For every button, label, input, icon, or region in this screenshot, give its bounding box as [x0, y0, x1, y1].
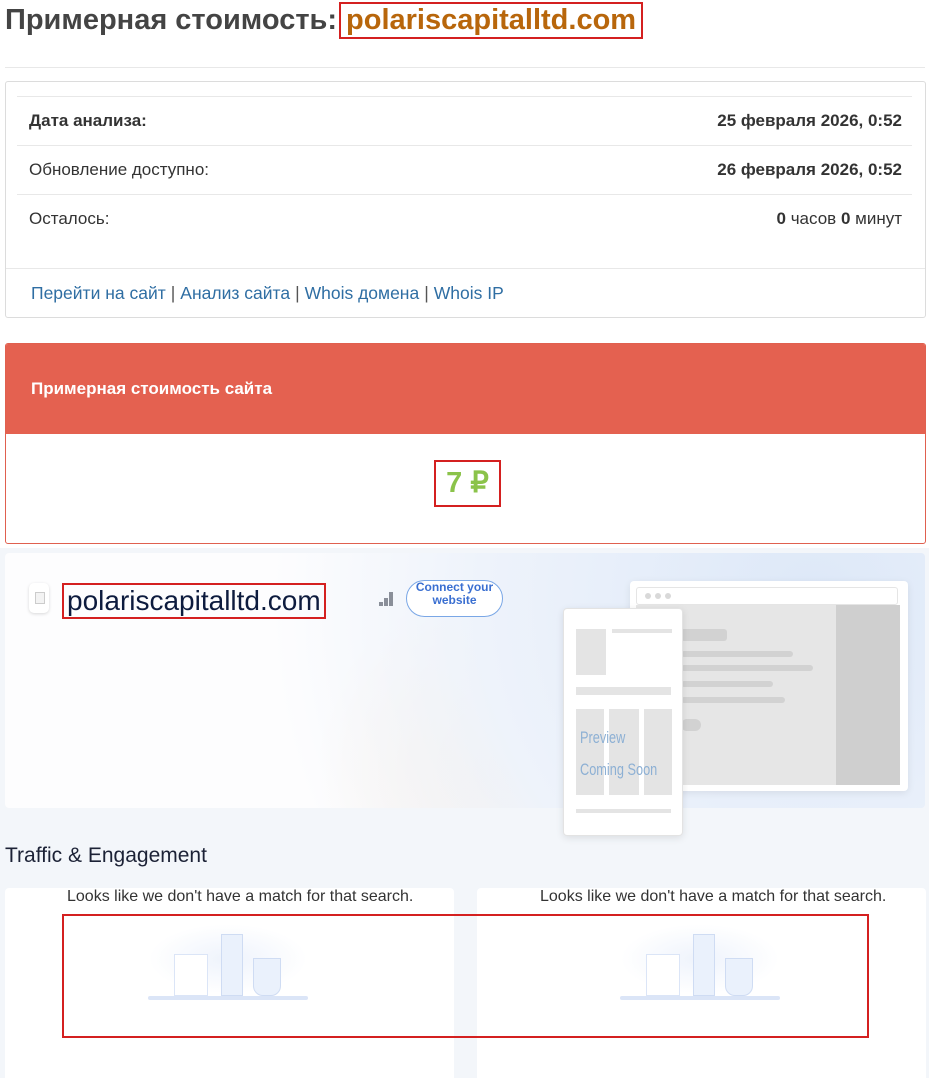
preview-coming-soon-text: Preview Coming Soon: [580, 728, 658, 779]
analysis-info-table: Дата анализа: 25 февраля 2026, 0:52 Обно…: [17, 96, 912, 243]
similarweb-widget: polariscapitalltd.com Connect your websi…: [0, 548, 929, 1078]
preview-domain-name: polariscapitalltd.com: [62, 583, 326, 619]
site-cost-value: 7 ₽: [434, 460, 501, 507]
site-preview-card: polariscapitalltd.com Connect your websi…: [5, 553, 925, 836]
analysis-date-value: 25 февраля 2026, 0:52: [717, 111, 902, 130]
link-separator: |: [295, 283, 300, 303]
page-title-domain: polariscapitalltd.com: [339, 2, 644, 39]
update-available-label: Обновление доступно:: [29, 160, 210, 179]
site-analysis-link[interactable]: Анализ сайта: [180, 283, 290, 303]
go-to-site-link[interactable]: Перейти на сайт: [31, 283, 166, 303]
connect-website-button[interactable]: Connect your website: [406, 580, 503, 617]
site-cost-heading: Примерная стоимость сайта: [6, 344, 925, 434]
analysis-date-label: Дата анализа:: [29, 111, 147, 130]
info-row-update-available: Обновление доступно: 26 февраля 2026, 0:…: [17, 145, 912, 194]
remaining-label: Осталось:: [29, 209, 110, 228]
signal-bars-icon: [379, 592, 397, 606]
no-match-message-left: Looks like we don't have a match for tha…: [67, 888, 414, 905]
update-available-value: 26 февраля 2026, 0:52: [717, 160, 902, 179]
info-row-remaining: Осталось: 0 часов 0 минут: [17, 194, 912, 243]
favicon-placeholder-icon: [29, 583, 49, 613]
no-match-highlight-box: [62, 914, 869, 1038]
remaining-value: 0 часов 0 минут: [776, 209, 903, 228]
link-separator: |: [424, 283, 429, 303]
link-separator: |: [170, 283, 176, 303]
page-title: Примерная стоимость: polariscapitalltd.co…: [5, 2, 644, 39]
title-divider: [5, 67, 925, 68]
ip-whois-link[interactable]: Whois IP: [434, 283, 504, 303]
info-row-analysis-date: Дата анализа: 25 февраля 2026, 0:52: [17, 96, 912, 145]
traffic-section-title: Traffic & Engagement: [5, 844, 207, 867]
page-title-prefix: Примерная стоимость:: [5, 4, 338, 36]
site-cost-panel: Примерная стоимость сайта 7 ₽: [5, 343, 926, 544]
mobile-preview-mockup: Preview Coming Soon: [563, 608, 683, 836]
analysis-info-panel: Дата анализа: 25 февраля 2026, 0:52 Обно…: [5, 81, 926, 318]
site-action-links: Перейти на сайт | Анализ сайта | Whois домен…: [6, 268, 925, 304]
no-match-message-right: Looks like we don't have a match for tha…: [540, 888, 887, 905]
domain-whois-link[interactable]: Whois домена: [305, 283, 420, 303]
